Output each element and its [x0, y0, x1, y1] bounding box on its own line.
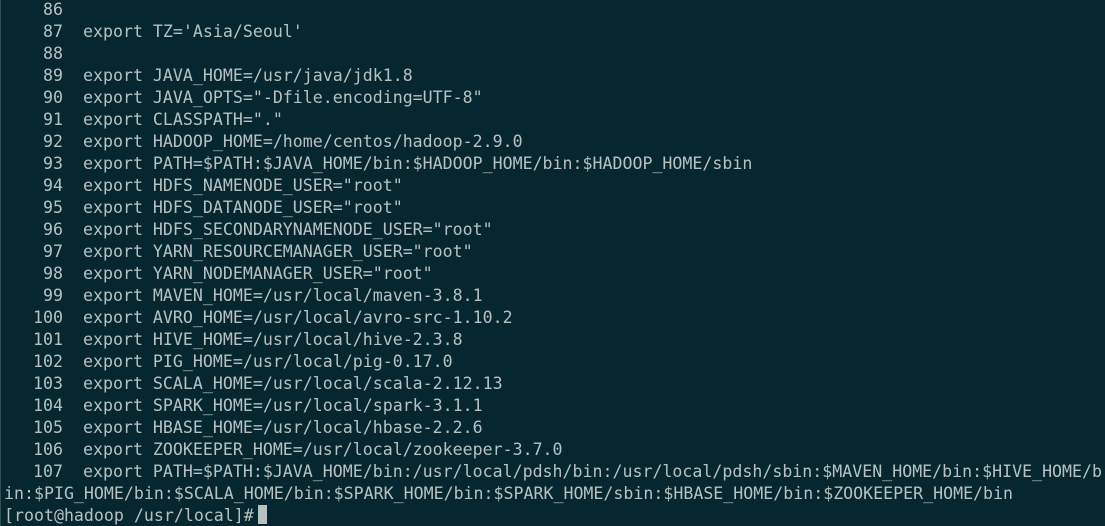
terminal-line: 96 export HDFS_SECONDARYNAMENODE_USER="ro…: [0, 219, 1105, 241]
line-text: export HDFS_SECONDARYNAMENODE_USER="root…: [83, 220, 493, 239]
line-text: export YARN_RESOURCEMANAGER_USER="root": [83, 242, 473, 261]
line-number: 105: [33, 418, 63, 437]
line-text: export PATH=$PATH:$JAVA_HOME/bin:$HADOOP…: [83, 154, 753, 173]
line-number: 87: [43, 22, 63, 41]
terminal-output: 86 87 export TZ='Asia/Seoul' 88 89 export JAV…: [0, 0, 1105, 505]
line-text: export PIG_HOME=/usr/local/pig-0.17.0: [83, 352, 453, 371]
line-number: 96: [43, 220, 63, 239]
terminal-window[interactable]: 86 87 export TZ='Asia/Seoul' 88 89 export JAV…: [0, 0, 1105, 526]
line-text: export SPARK_HOME=/usr/local/spark-3.1.1: [83, 396, 483, 415]
line-text: export HBASE_HOME=/usr/local/hbase-2.2.6: [83, 418, 483, 437]
terminal-line: 102 export PIG_HOME=/usr/local/pig-0.17.0: [0, 351, 1105, 373]
line-number: 93: [43, 154, 63, 173]
terminal-line: 86: [0, 0, 1105, 21]
terminal-line: 100 export AVRO_HOME=/usr/local/avro-src-…: [0, 307, 1105, 329]
line-number: 92: [43, 132, 63, 151]
line-number: 98: [43, 264, 63, 283]
line-text: export CLASSPATH=".": [83, 110, 283, 129]
terminal-line: 88: [0, 43, 1105, 65]
line-number: 95: [43, 198, 63, 217]
line-text: export SCALA_HOME=/usr/local/scala-2.12.…: [83, 374, 503, 393]
line-number: 104: [33, 396, 63, 415]
line-number: 101: [33, 330, 63, 349]
terminal-line: 105 export HBASE_HOME=/usr/local/hbase-2.…: [0, 417, 1105, 439]
line-number: 107: [33, 462, 63, 481]
line-number: 103: [33, 374, 63, 393]
line-number: 86: [43, 0, 63, 19]
line-text: export PATH=$PATH:$JAVA_HOME/bin:/usr/lo…: [83, 462, 1103, 481]
line-text: export YARN_NODEMANAGER_USER="root": [83, 264, 433, 283]
line-number: 99: [43, 286, 63, 305]
line-text: export MAVEN_HOME=/usr/local/maven-3.8.1: [83, 286, 483, 305]
terminal-line: 101 export HIVE_HOME=/usr/local/hive-2.3.…: [0, 329, 1105, 351]
terminal-line: 106 export ZOOKEEPER_HOME=/usr/local/zook…: [0, 439, 1105, 461]
terminal-line: 92 export HADOOP_HOME=/home/centos/hadoop…: [0, 131, 1105, 153]
line-number: 89: [43, 66, 63, 85]
line-text: export JAVA_OPTS="-Dfile.encoding=UTF-8": [83, 88, 483, 107]
line-text: export AVRO_HOME=/usr/local/avro-src-1.1…: [83, 308, 513, 327]
line-text: export JAVA_HOME=/usr/java/jdk1.8: [83, 66, 413, 85]
terminal-line: 90 export JAVA_OPTS="-Dfile.encoding=UTF-…: [0, 87, 1105, 109]
line-number: 102: [33, 352, 63, 371]
prompt-text: [root@hadoop /usr/local]#: [4, 506, 254, 525]
terminal-line: 94 export HDFS_NAMENODE_USER="root": [0, 175, 1105, 197]
line-number: 90: [43, 88, 63, 107]
command-prompt[interactable]: [root@hadoop /usr/local]#: [4, 505, 267, 526]
line-number: 88: [43, 44, 63, 63]
line-number: 91: [43, 110, 63, 129]
terminal-line: 93 export PATH=$PATH:$JAVA_HOME/bin:$HADO…: [0, 153, 1105, 175]
terminal-line: 107 export PATH=$PATH:$JAVA_HOME/bin:/usr…: [0, 461, 1105, 483]
line-number: 94: [43, 176, 63, 195]
line-number: 97: [43, 242, 63, 261]
line-text: export ZOOKEEPER_HOME=/usr/local/zookeep…: [83, 440, 563, 459]
line-text: export HDFS_NAMENODE_USER="root": [83, 176, 403, 195]
terminal-line: 99 export MAVEN_HOME=/usr/local/maven-3.8…: [0, 285, 1105, 307]
terminal-line: 95 export HDFS_DATANODE_USER="root": [0, 197, 1105, 219]
line-number: 100: [33, 308, 63, 327]
terminal-line: 97 export YARN_RESOURCEMANAGER_USER="root…: [0, 241, 1105, 263]
text-cursor: [257, 505, 267, 524]
terminal-line: 98 export YARN_NODEMANAGER_USER="root": [0, 263, 1105, 285]
line-text: export HDFS_DATANODE_USER="root": [83, 198, 403, 217]
terminal-line: 104 export SPARK_HOME=/usr/local/spark-3.…: [0, 395, 1105, 417]
terminal-line: 91 export CLASSPATH=".": [0, 109, 1105, 131]
terminal-line: 89 export JAVA_HOME=/usr/java/jdk1.8: [0, 65, 1105, 87]
line-number: 106: [33, 440, 63, 459]
wrapped-line-continuation: in:$PIG_HOME/bin:$SCALA_HOME/bin:$SPARK_…: [4, 484, 1014, 503]
line-text: export HADOOP_HOME=/home/centos/hadoop-2…: [83, 132, 523, 151]
terminal-line: 103 export SCALA_HOME=/usr/local/scala-2.…: [0, 373, 1105, 395]
line-text: export TZ='Asia/Seoul': [83, 22, 303, 41]
terminal-line: 87 export TZ='Asia/Seoul': [0, 21, 1105, 43]
line-text: export HIVE_HOME=/usr/local/hive-2.3.8: [83, 330, 463, 349]
